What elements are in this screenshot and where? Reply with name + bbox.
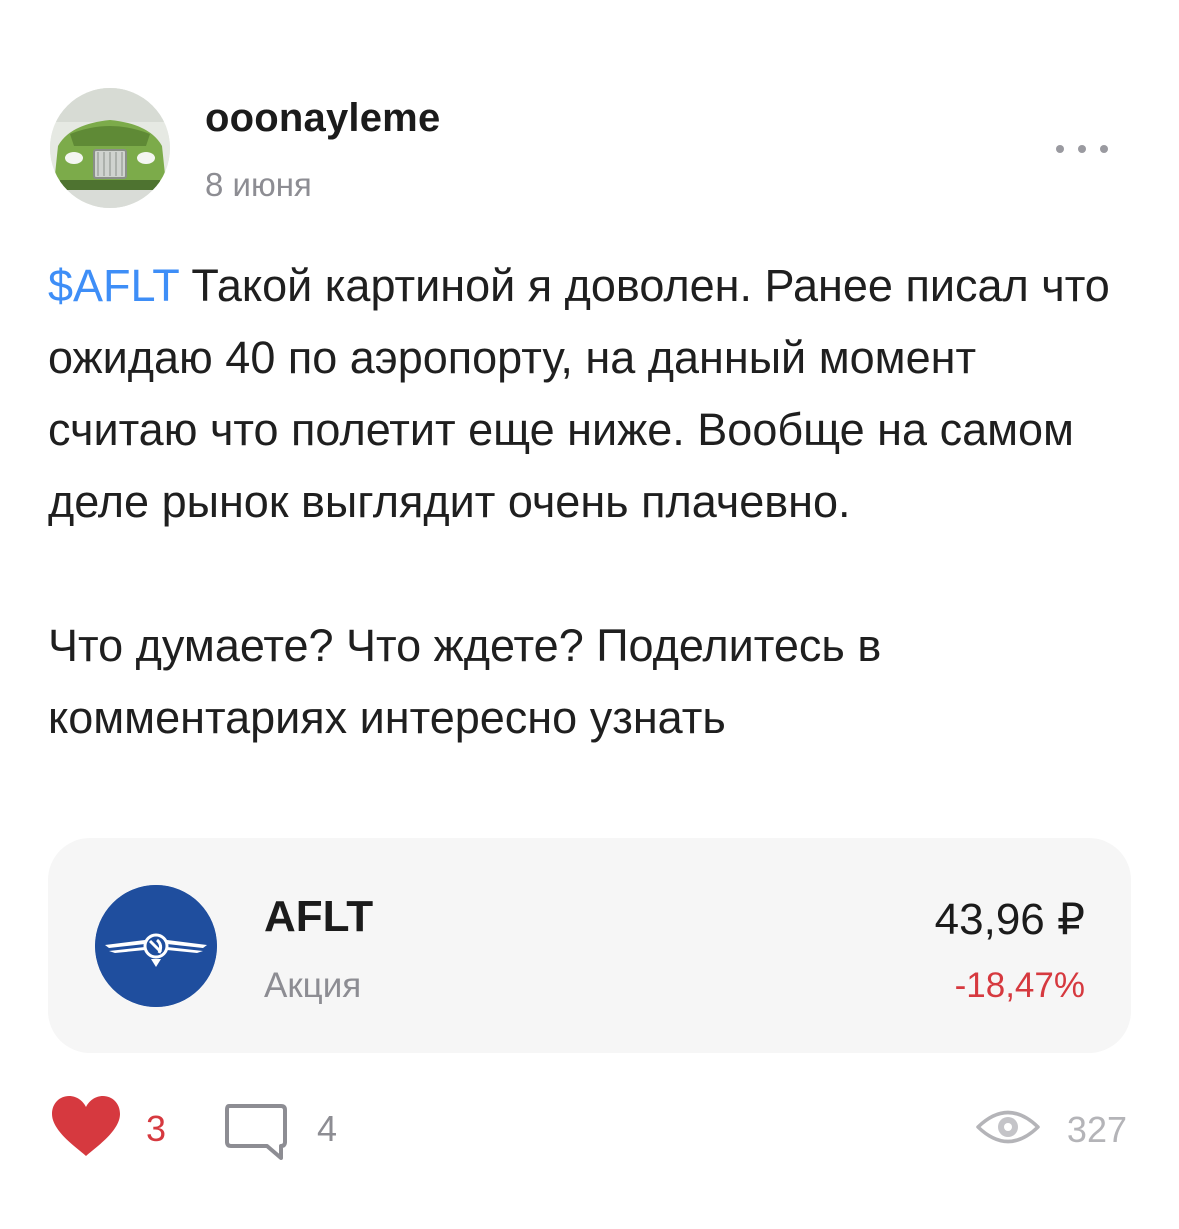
comment-count: 4 — [317, 1107, 338, 1149]
author-username[interactable]: ooonayleme — [205, 96, 440, 141]
avatar[interactable] — [50, 88, 170, 208]
views-count: 327 — [1066, 1108, 1127, 1150]
instrument-price: 43,96 ₽ — [934, 895, 1085, 944]
aeroflot-logo — [95, 885, 217, 1007]
instrument-change: -18,47% — [954, 966, 1085, 1005]
instrument-card[interactable]: AFLT Акция 43,96 ₽ -18,47% — [48, 838, 1131, 1053]
views-counter: 327 — [975, 1106, 1127, 1153]
like-count: 3 — [146, 1107, 167, 1149]
post-date: 8 июня — [205, 166, 312, 203]
more-dots-icon — [1056, 145, 1064, 153]
heart-icon — [50, 1094, 122, 1163]
more-dots-icon-dot — [1078, 145, 1086, 153]
ticker-tag-link[interactable]: $AFLT — [48, 260, 179, 311]
instrument-ticker: AFLT — [264, 892, 374, 941]
post-paragraph: $AFLT Такой картиной я доволен. Ранее пи… — [48, 250, 1138, 538]
comments-button[interactable]: 4 — [223, 1102, 337, 1169]
more-options-button[interactable] — [1052, 132, 1112, 166]
comment-icon — [223, 1102, 289, 1169]
post-paragraph: Что думаете? Что ждете? Поделитесь в ком… — [48, 620, 882, 743]
like-button[interactable]: 3 — [50, 1094, 166, 1163]
more-dots-icon-dot — [1100, 145, 1108, 153]
post-body: $AFLT Такой картиной я доволен. Ранее пи… — [48, 250, 1138, 754]
instrument-type: Акция — [264, 966, 362, 1005]
post-text: Такой картиной я доволен. Ранее писал чт… — [48, 260, 1110, 527]
eye-icon — [975, 1106, 1041, 1153]
